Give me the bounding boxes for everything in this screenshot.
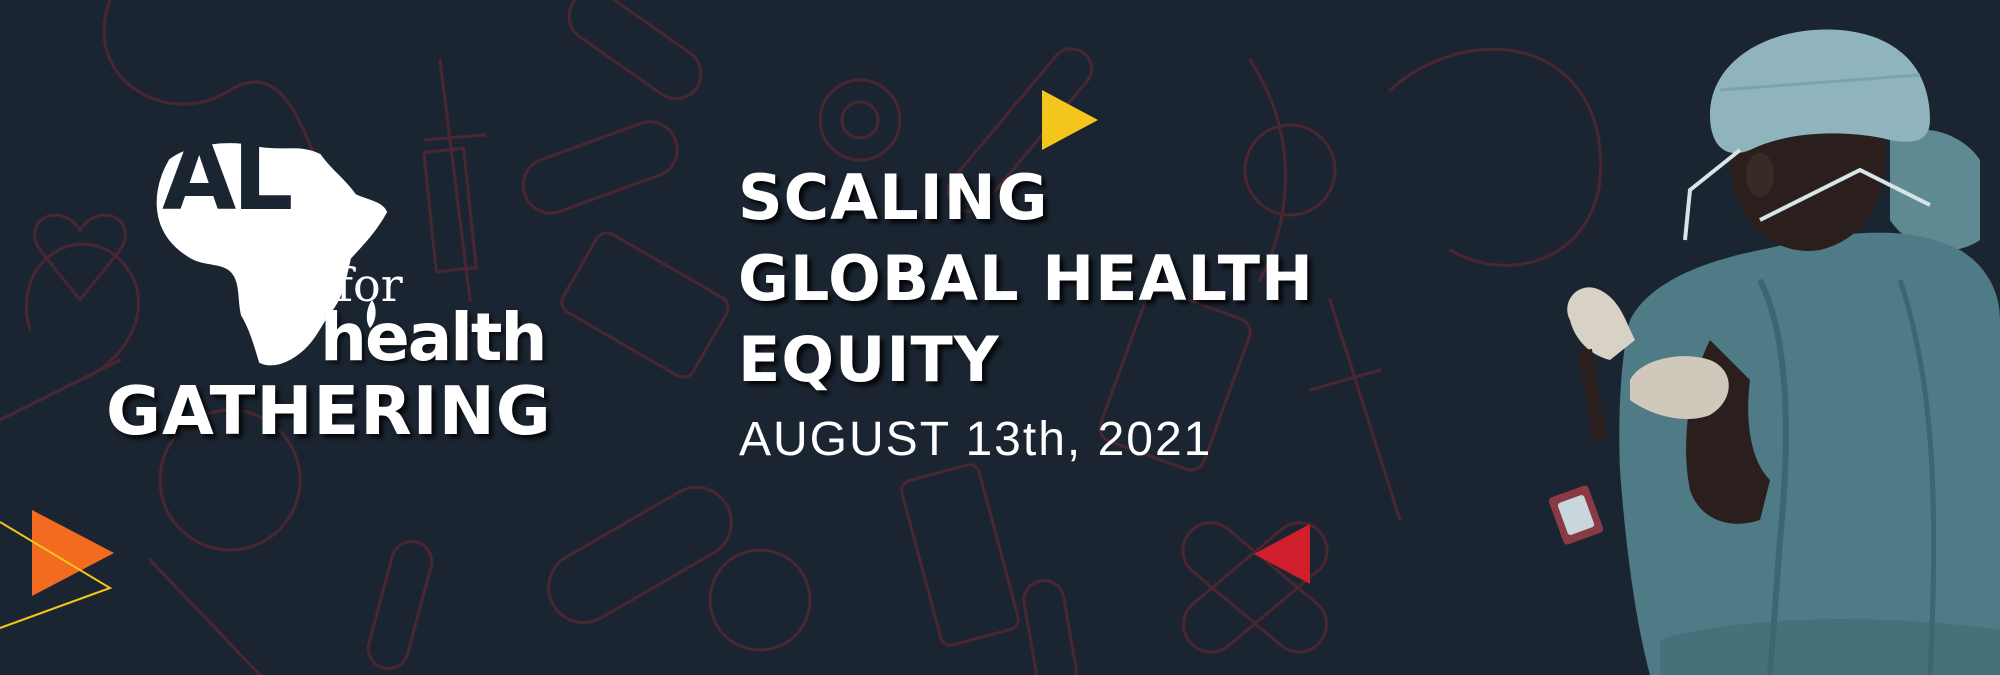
logo-gathering-text: GATHERING <box>106 372 552 450</box>
play-triangle-yellow-icon <box>1042 90 1098 150</box>
headline-line-3: EQUITY <box>738 323 1000 396</box>
event-banner: AL for health GATHERING SCALING GLOBAL H… <box>0 0 2000 675</box>
logo: AL for health GATHERING <box>100 128 660 470</box>
logo-health-text: health <box>320 299 547 376</box>
headline: SCALING GLOBAL HEALTH EQUITY <box>738 157 1314 400</box>
play-triangle-red-icon <box>1254 524 1310 584</box>
headline-line-1: SCALING <box>738 161 1049 234</box>
surgeon-photo <box>1548 29 2000 675</box>
event-date: AUGUST 13th, 2021 <box>739 413 1213 466</box>
headline-line-2: GLOBAL HEALTH <box>738 242 1314 315</box>
play-triangle-outline-icon <box>0 521 113 629</box>
logo-al-text: AL <box>162 120 293 232</box>
